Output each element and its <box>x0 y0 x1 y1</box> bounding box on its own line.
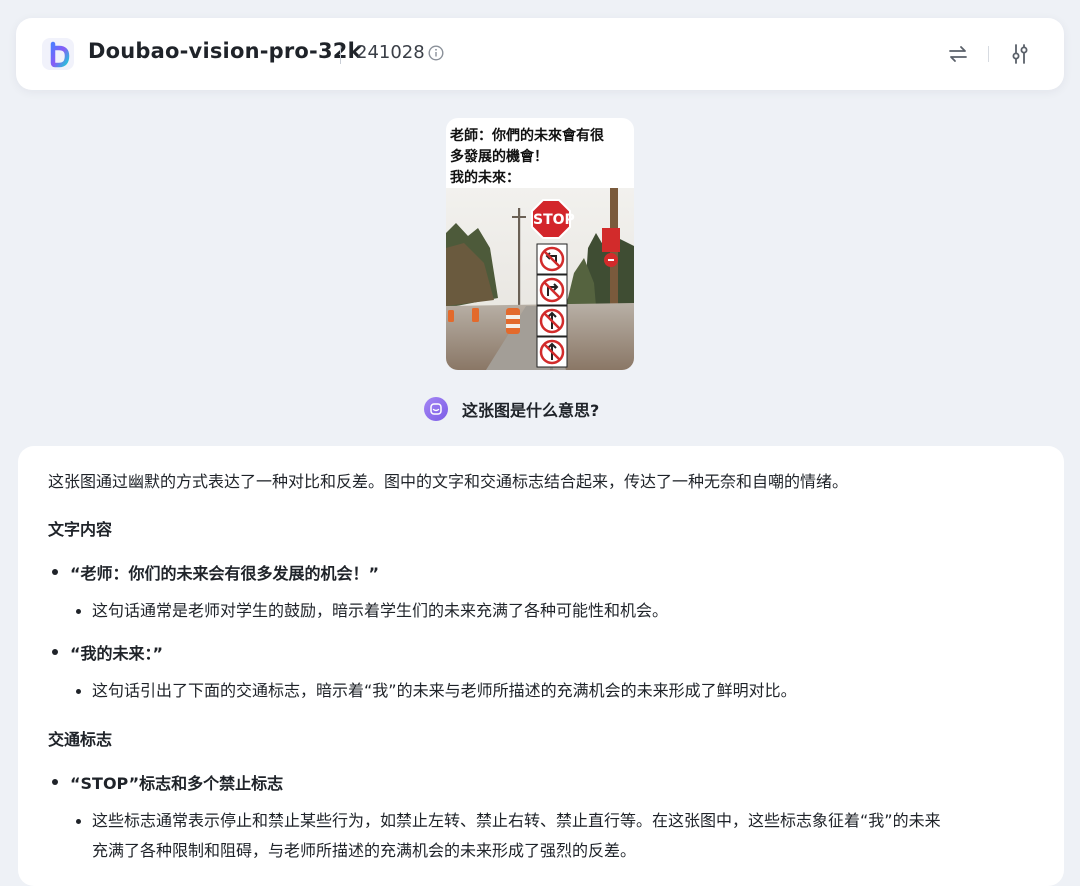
user-question: 这张图是什么意思? <box>424 396 599 422</box>
bullet-dot <box>52 779 58 785</box>
section-heading-traffic-signs: 交通标志 <box>48 730 113 749</box>
sub-bullet-dot <box>76 609 81 614</box>
meme-caption-line: 我的未來： <box>450 170 520 186</box>
answer-intro: 这张图通过幽默的方式表达了一种对比和反差。图中的文字和交通标志结合起来，传达了一… <box>48 472 849 491</box>
item-description: 这句话通常是老师对学生的鼓励，暗示着学生们的未来充满了各种可能性和机会。 <box>92 601 669 620</box>
title-divider <box>340 46 341 64</box>
sub-bullet-dot <box>76 819 81 824</box>
meme-caption-line: 多發展的機會！ <box>450 149 548 165</box>
settings-sliders-icon[interactable] <box>1010 43 1030 65</box>
item-title: “老师：你们的未来会有很多发展的机会！” <box>70 564 380 583</box>
swap-icon[interactable] <box>948 44 968 64</box>
info-icon[interactable] <box>428 45 444 61</box>
bullet-dot <box>52 569 58 575</box>
user-avatar-icon <box>424 397 448 421</box>
meme-caption-line: 老師：你們的未來會有很 <box>450 128 604 144</box>
model-header: Doubao-vision-pro-32k 241028 <box>16 18 1064 90</box>
doubao-logo-icon <box>42 38 74 70</box>
uploaded-meme-image[interactable]: 老師：你們的未來會有很 多發展的機會！ 我的未來： <box>446 118 634 370</box>
bullet-dot <box>52 649 58 655</box>
sub-bullet-dot <box>76 689 81 694</box>
item-title: “我的未来：” <box>70 644 164 663</box>
item-description: 这句话引出了下面的交通标志，暗示着“我”的未来与老师所描述的充满机会的未来形成了… <box>92 681 797 700</box>
question-text: 这张图是什么意思? <box>462 401 600 420</box>
item-description-line: 充满了各种限制和阻碍，与老师所描述的充满机会的未来形成了强烈的反差。 <box>92 841 637 860</box>
item-title: “STOP”标志和多个禁止标志 <box>70 774 284 793</box>
item-description: 这些标志通常表示停止和禁止某些行为，如禁止左转、禁止右转、禁止直行等。在这张图中… <box>92 806 1032 866</box>
model-version: 241028 <box>356 42 425 63</box>
item-description-line: 这些标志通常表示停止和禁止某些行为，如禁止左转、禁止右转、禁止直行等。在这张图中… <box>92 811 941 830</box>
stop-sign-text: STOP <box>533 212 575 228</box>
model-name: Doubao-vision-pro-32k <box>88 39 362 63</box>
meme-caption: 老師：你們的未來會有很 多發展的機會！ 我的未來： <box>450 126 632 189</box>
answer-card: 这张图通过幽默的方式表达了一种对比和反差。图中的文字和交通标志结合起来，传达了一… <box>18 446 1064 886</box>
section-heading-text-content: 文字内容 <box>48 520 113 539</box>
header-separator <box>988 46 989 62</box>
